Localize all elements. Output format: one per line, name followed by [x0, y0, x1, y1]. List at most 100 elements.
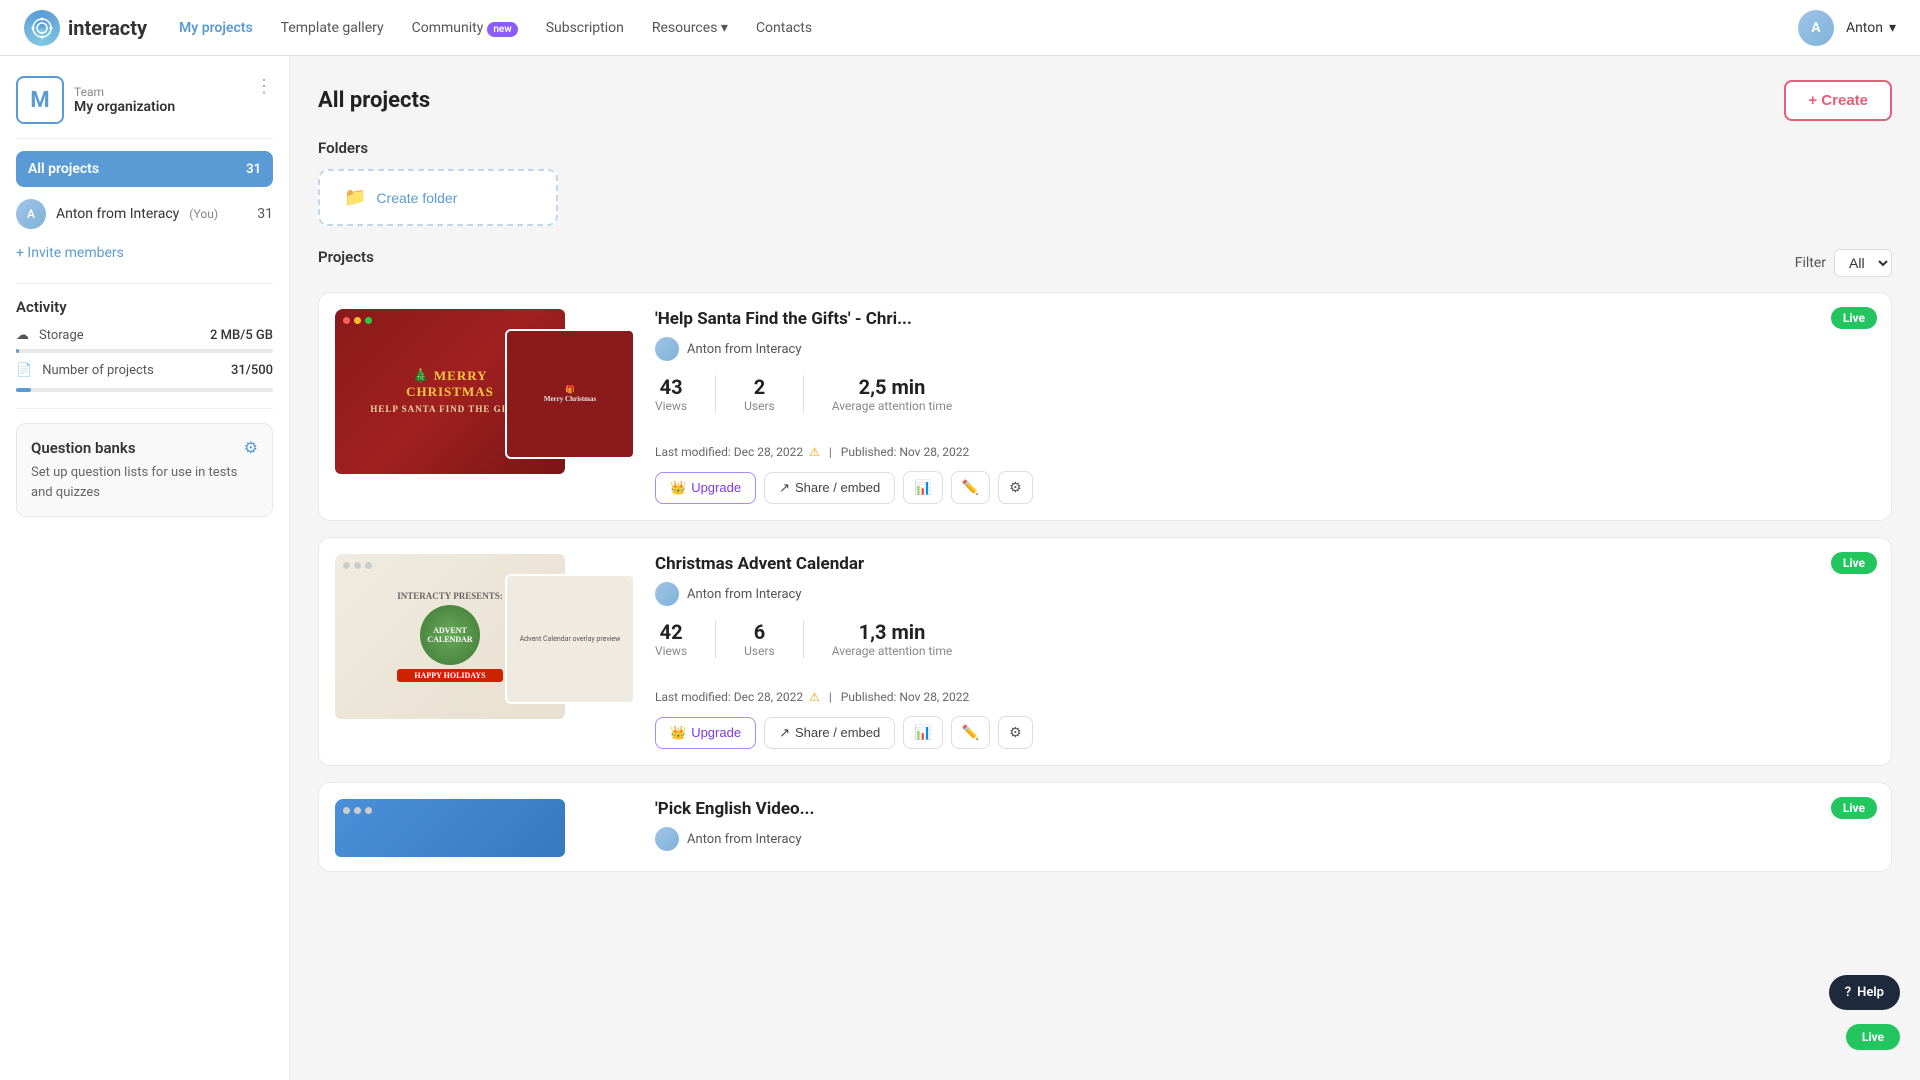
author-avatar-2 [655, 582, 679, 606]
edit-button-2[interactable]: ✏️ [951, 716, 990, 749]
thumb-dots-2 [343, 562, 372, 569]
project-thumbnail-1: 🎄 MerryChristmashelp santa find the gift… [335, 309, 635, 489]
qb-gear-icon[interactable]: ⚙ [244, 438, 258, 457]
org-menu-button[interactable]: ⋮ [255, 76, 273, 97]
author-avatar-1 [655, 337, 679, 361]
modified-1: Last modified: Dec 28, 2022 [655, 445, 803, 459]
project-info-3: 'Pick English Video... Anton from Intera… [655, 799, 1875, 855]
author-name-3: Anton from Interacy [687, 832, 801, 847]
resources-chevron: ▾ [721, 20, 728, 36]
nav-template-gallery[interactable]: Template gallery [281, 20, 384, 36]
share-button-1[interactable]: ↗ Share / embed [764, 472, 895, 504]
nav-subscription[interactable]: Subscription [546, 20, 624, 36]
project-card-3: Live 'Pick English Video... Anton [318, 782, 1892, 872]
user-avatar: A [1798, 10, 1834, 46]
invite-members-button[interactable]: + Invite members [16, 237, 273, 269]
activity-title: Activity [16, 298, 273, 316]
user-menu[interactable]: Anton ▾ [1846, 20, 1896, 36]
share-button-2[interactable]: ↗ Share / embed [764, 717, 895, 749]
main-layout: M Team My organization ⋮ All projects 31… [0, 56, 1920, 1080]
live-badge-1: Live [1831, 307, 1877, 329]
dot-yellow [354, 317, 361, 324]
stats-group-2: 42 Views 6 Users 1,3 min Avera [655, 620, 952, 658]
project-thumbnail-3 [335, 799, 635, 859]
nav-resources[interactable]: Resources ▾ [652, 20, 728, 36]
app-name: interacty [68, 16, 147, 40]
sidebar-all-projects[interactable]: All projects 31 [16, 151, 273, 187]
storage-row: ☁ Storage 2 MB/5 GB [16, 328, 273, 343]
nav-contacts[interactable]: Contacts [756, 20, 812, 36]
nav-my-projects[interactable]: My projects [179, 20, 253, 36]
stat-time-label-1: Average attention time [832, 399, 952, 413]
project-actions-2: 👑 Upgrade ↗ Share / embed 📊 ✏️ ⚙ [655, 716, 1875, 749]
member-you: (You) [189, 207, 218, 221]
app-logo[interactable]: interacty [24, 10, 147, 46]
stat-users-value-1: 2 [744, 375, 775, 399]
project-info-2: Christmas Advent Calendar Anton from Int… [655, 554, 1875, 749]
navbar: interacty My projects Template gallery C… [0, 0, 1920, 56]
activity-section: Activity ☁ Storage 2 MB/5 GB 📄 Number of… [16, 298, 273, 392]
analytics-button-2[interactable]: 📊 [903, 716, 942, 749]
filter-area: Filter All [1795, 249, 1892, 277]
projects-label: Projects [318, 248, 374, 266]
help-button[interactable]: ? Help [1829, 975, 1900, 1010]
warning-icon-1: ⚠ [809, 445, 820, 459]
thumb-overlay-2: Advent Calendar overlay preview [505, 574, 635, 704]
dot-g3 [365, 807, 372, 814]
stat-views-label-1: Views [655, 399, 687, 413]
projects-value: 31/500 [231, 363, 273, 378]
user-chevron: ▾ [1889, 20, 1896, 36]
help-circle-icon: ? [1845, 985, 1851, 1000]
project-author-1: Anton from Interacy [655, 337, 1875, 361]
stat-divider-2a [715, 620, 716, 658]
filter-label: Filter [1795, 255, 1826, 271]
thumb-dots-1 [343, 317, 372, 324]
dot-gray-3 [365, 562, 372, 569]
stat-divider-1a [715, 375, 716, 413]
org-type: Team [74, 85, 273, 99]
logo-icon [24, 10, 60, 46]
dot-g1 [343, 807, 350, 814]
sidebar-all-projects-count: 31 [246, 162, 261, 177]
project-card-1: Live 🎄 MerryChristmashelp santa find the… [318, 292, 1892, 521]
create-button[interactable]: + Create [1784, 80, 1892, 121]
stat-time-1: 2,5 min Average attention time [832, 375, 952, 413]
project-info-1: 'Help Santa Find the Gifts' - Chri... An… [655, 309, 1875, 504]
org-name: My organization [74, 99, 273, 115]
warning-icon-2: ⚠ [809, 690, 820, 704]
project-title-3: 'Pick English Video... [655, 799, 1875, 819]
settings-button-1[interactable]: ⚙ [998, 471, 1033, 504]
user-name: Anton [1846, 20, 1883, 36]
project-card-2: Live INTERACTY PRESENTS: ADVENTCALENDAR [318, 537, 1892, 766]
stat-views-2: 42 Views [655, 620, 687, 658]
analytics-button-1[interactable]: 📊 [903, 471, 942, 504]
project-stats-1: 43 Views 2 Users 2,5 min Avera [655, 375, 1875, 429]
thumb-overlay-1: 🎁Merry Christmas [505, 329, 635, 459]
dot-g2 [354, 807, 361, 814]
page-title: All projects [318, 88, 430, 113]
live-badge-2: Live [1831, 552, 1877, 574]
help-label: Help [1857, 985, 1884, 1000]
org-info: Team My organization [74, 85, 273, 115]
sidebar-member: A Anton from Interacy (You) 31 [16, 191, 273, 237]
upgrade-icon-2: 👑 [670, 725, 686, 741]
stat-users-label-1: Users [744, 399, 775, 413]
edit-button-1[interactable]: ✏️ [951, 471, 990, 504]
thumb-advent-text: INTERACTY PRESENTS: ADVENTCALENDAR HAPPY… [397, 591, 502, 682]
folders-label: Folders [318, 139, 1892, 157]
folder-plus-icon: 📁 [344, 187, 366, 208]
community-badge: new [487, 22, 517, 37]
live-status-badge[interactable]: Live [1846, 1024, 1900, 1050]
share-icon-1: ↗ [779, 480, 790, 496]
create-folder-button[interactable]: 📁 Create folder [318, 169, 558, 226]
projects-label: Number of projects [42, 363, 221, 378]
projects-row: 📄 Number of projects 31/500 [16, 363, 273, 378]
upgrade-button-2[interactable]: 👑 Upgrade [655, 717, 756, 749]
nav-community[interactable]: Communitynew [412, 20, 518, 36]
thumb-dots-3 [343, 807, 372, 814]
settings-button-2[interactable]: ⚙ [998, 716, 1033, 749]
author-name-2: Anton from Interacy [687, 587, 801, 602]
projects-progress-fill [16, 388, 31, 392]
upgrade-button-1[interactable]: 👑 Upgrade [655, 472, 756, 504]
filter-select[interactable]: All [1834, 249, 1892, 277]
